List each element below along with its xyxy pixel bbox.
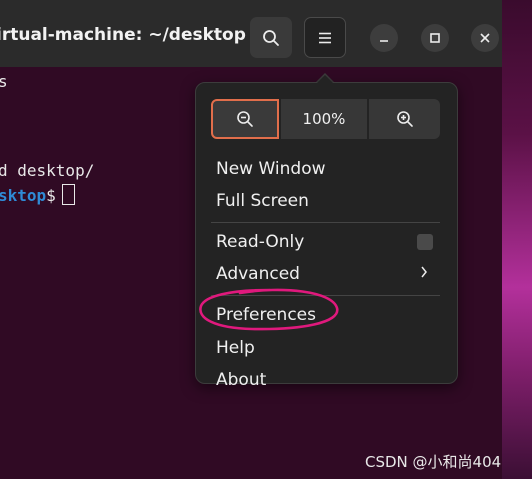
menu-item-advanced[interactable]: Advanced [216,264,300,284]
menu-item-preferences[interactable]: Preferences [216,305,316,325]
headerbar: irtual-machine: ~/desktop [0,0,502,68]
read-only-checkbox[interactable] [417,234,433,250]
zoom-level-button[interactable]: 100% [281,99,367,139]
zoom-in-icon [396,111,413,127]
menu-item-full-screen[interactable]: Full Screen [216,191,309,211]
prompt-path: sktop [0,186,47,205]
menu-item-new-window[interactable]: New Window [216,159,326,179]
menu-button[interactable] [304,17,346,58]
close-icon [480,33,490,43]
menu-separator [211,222,440,223]
menu-popover: 100% New Window Full Screen Read-Only Ad… [195,82,458,390]
close-button[interactable] [471,24,499,52]
terminal-prompt: sktop$ [0,184,75,205]
search-button[interactable] [250,17,292,58]
desktop-wallpaper [502,0,532,479]
minimize-icon [380,40,388,42]
search-icon [263,29,279,46]
text-cursor [61,184,75,205]
zoom-controls: 100% [211,99,440,139]
terminal-line: d desktop/ [0,161,95,180]
watermark: CSDN @小和尚404 [365,453,502,471]
zoom-in-button[interactable] [369,99,440,139]
popover-arrow-fill [317,75,333,83]
maximize-icon [430,33,440,43]
menu-item-about[interactable]: About [216,370,266,390]
prompt-symbol: $ [46,186,56,205]
minimize-button[interactable] [370,24,398,52]
menu-separator [211,295,440,296]
zoom-out-button[interactable] [211,99,279,139]
zoom-out-icon [237,111,253,127]
maximize-button[interactable] [421,24,449,52]
window-title: irtual-machine: ~/desktop [0,25,246,45]
terminal-line: s [0,72,8,91]
menu-item-read-only[interactable]: Read-Only [216,232,304,252]
menu-item-help[interactable]: Help [216,338,255,358]
chevron-right-icon [421,266,427,278]
hamburger-menu-icon [319,32,331,43]
